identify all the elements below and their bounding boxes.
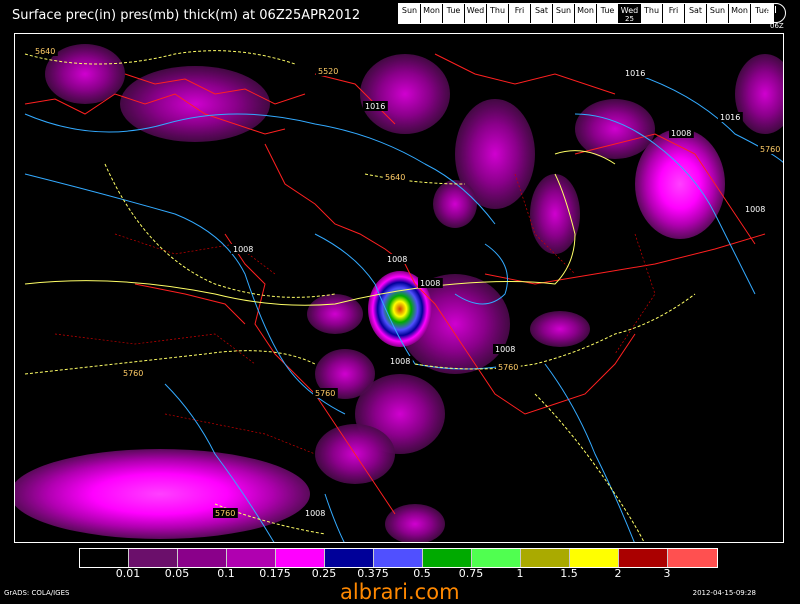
contour-label: 1016 [365,102,385,111]
clock-label: 06Z [770,22,784,30]
day-label: Wed [620,6,639,15]
contour-label: 5760 [215,509,235,518]
colorbar-swatch [129,549,178,567]
contour-label: 5640 [385,173,405,182]
colorbar-swatch [423,549,472,567]
day-label: Tue [600,6,615,15]
colorbar-label: 2 [614,567,622,580]
colorbar-swatch [619,549,668,567]
colorbar-swatch [178,549,227,567]
colorbar-swatch [276,549,325,567]
contour-label: 5760 [760,145,780,154]
colorbar-label: 1 [516,567,524,580]
contour-label: 5640 [35,47,55,56]
colorbar-label: 0.25 [311,567,337,580]
day-tab[interactable]: Wed [465,4,487,23]
day-tab[interactable]: Thu [487,4,509,23]
colorbar-label: 0.375 [357,567,389,580]
day-tab[interactable]: Thu [641,4,663,23]
colorbar-swatch [325,549,374,567]
colorbar-label: 0.1 [217,567,235,580]
precipitation-shading [15,44,783,542]
day-tab[interactable]: Mon [421,4,443,23]
contour-label: 1016 [625,69,645,78]
contour-label: 1008 [745,205,765,214]
contour-label: 5760 [315,389,335,398]
day-tab[interactable]: Sun [399,4,421,23]
day-label: Fri [668,6,679,15]
map-canvas: 1016 1016 1016 1008 1008 1008 1008 1008 1008 1008… [15,44,783,542]
footer-watermark: albrari.com [340,580,460,604]
contour-label: 1008 [233,245,253,254]
contour-label: 1008 [420,279,440,288]
footer-timestamp: 2012-04-15-09:28 [692,589,756,597]
colorbar-labels: 0.01 0.05 0.1 0.175 0.25 0.375 0.5 0.75 1 1.5 2 3 [79,567,722,581]
day-label: Mon [423,6,440,15]
day-tab[interactable]: Fri [509,4,531,23]
contour-label: 5760 [498,363,518,372]
day-tab[interactable]: Sat [531,4,553,23]
day-tab[interactable]: Tue [443,4,465,23]
clock-icon [766,3,786,23]
day-label: Mon [577,6,594,15]
day-tab[interactable]: Mon [575,4,597,23]
colorbar-label: 1.5 [560,567,578,580]
colorbar-swatch [668,549,717,567]
day-label: Fri [514,6,525,15]
day-label: Sun [709,6,726,15]
day-tab[interactable]: Wed 25 [619,4,641,23]
day-label: Sat [688,6,703,15]
contour-label: 5520 [318,67,338,76]
colorbar-label: 0.75 [458,567,484,580]
precip-colorbar [79,548,718,568]
day-label: Thu [643,6,660,15]
colorbar-label: 3 [663,567,671,580]
contour-label: 1008 [671,129,691,138]
contour-label: 1008 [387,255,407,264]
day-tab[interactable]: Tue [597,4,619,23]
day-label: Sun [555,6,572,15]
forecast-map: 1016 1016 1016 1008 1008 1008 1008 1008 1008 1008… [14,33,784,543]
colorbar-label: 0.01 [115,567,141,580]
contour-label: 1008 [305,509,325,518]
colorbar-swatch [227,549,276,567]
day-date: 25 [625,15,634,23]
day-label: Wed [466,6,485,15]
day-label: Sun [401,6,418,15]
day-tab[interactable]: Sun [707,4,729,23]
day-tab[interactable]: Fri [663,4,685,23]
contour-label: 1008 [495,345,515,354]
contour-label: 1008 [390,357,410,366]
day-tab[interactable]: Sat [685,4,707,23]
day-label: Thu [489,6,506,15]
day-label: Tue [446,6,461,15]
colorbar-label: 0.05 [164,567,190,580]
colorbar-swatch [521,549,570,567]
colorbar-swatch [472,549,521,567]
colorbar-label: 0.5 [413,567,431,580]
day-tab[interactable]: Mon [729,4,751,23]
day-label: Sat [534,6,549,15]
contour-label: 5760 [123,369,143,378]
day-tab[interactable]: Sun [553,4,575,23]
colorbar-label: 0.175 [259,567,291,580]
map-title: Surface prec(in) pres(mb) thick(m) at 06… [12,8,361,23]
contour-label: 1016 [720,113,740,122]
colorbar-swatch [80,549,129,567]
footer-credit: GrADS: COLA/IGES [4,589,70,597]
colorbar-swatch [570,549,619,567]
day-label: Mon [731,6,748,15]
day-selector[interactable]: Sun Mon Tue Wed Thu Fri Sat Sun Mon Tue Wed 25 Thu Fr… [398,3,774,24]
colorbar-swatch [374,549,423,567]
